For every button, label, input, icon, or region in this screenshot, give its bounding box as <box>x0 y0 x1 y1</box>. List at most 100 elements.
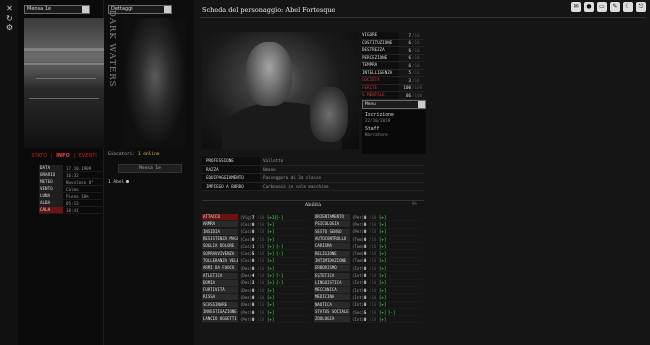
skill-decrease-button[interactable]: [-] <box>276 251 283 256</box>
attribute-row: COSTITUZIONE 6/10 <box>361 39 425 47</box>
skill-increase-button[interactable]: [+] <box>379 302 388 307</box>
logo-image <box>124 18 186 148</box>
skill-decrease-button[interactable]: [-] <box>276 244 283 249</box>
moon-icon[interactable]: ☾ <box>623 2 633 12</box>
skill-name: RISSA <box>202 294 238 301</box>
skill-increase-button[interactable]: [+1] <box>267 215 277 220</box>
skill-max: /10 <box>257 214 265 220</box>
profile-key: EQUIPAGGIAMENTO <box>202 174 260 182</box>
skill-increase-button[interactable]: [+] <box>267 229 276 234</box>
profile-key: RAZZA <box>202 165 260 173</box>
skill-increase-button[interactable]: [+] <box>379 251 388 256</box>
skill-increase-button[interactable]: [+] <box>267 251 276 256</box>
tab-stato[interactable]: STATO <box>31 153 47 159</box>
skill-decrease-button[interactable]: [-] <box>276 215 283 220</box>
character-sheet: Scheda del personaggio: Abel Fortesque ✉… <box>194 0 650 345</box>
location-select-value: Mensa 1e <box>27 6 52 12</box>
location-button[interactable]: Mensa 1e <box>118 164 182 173</box>
skill-increase-button[interactable]: [+] <box>267 295 276 300</box>
refresh-icon[interactable]: ↻ <box>5 14 14 23</box>
weather-row: CALA 18:41 <box>39 207 102 214</box>
skill-max: /10 <box>369 229 377 235</box>
skill-max: /10 <box>369 309 377 315</box>
skill-name: ARMI DA FUOCO <box>202 265 238 272</box>
skill-increase-button[interactable]: [+] <box>379 222 388 227</box>
skill-row: LINGUISTICA (Int) 0/10 [+] <box>314 279 422 287</box>
skill-name: RELIGIONE <box>314 250 350 257</box>
menu-select[interactable]: Menu <box>362 100 426 109</box>
map-icon[interactable]: ▭ <box>597 2 607 12</box>
skill-attribute: (Des) <box>240 302 253 308</box>
skill-increase-button[interactable]: [+] <box>379 244 388 249</box>
attribute-value: 3 <box>408 77 411 83</box>
location-panel: Mensa 1e STATO | INFO | EVENTI DATA 17.10… <box>18 0 104 345</box>
skill-increase-button[interactable]: [+] <box>379 273 388 278</box>
skill-increase-button[interactable]: [+] <box>379 317 388 322</box>
skill-name: ESTETICA <box>314 272 350 279</box>
location-select[interactable]: Mensa 1e <box>24 5 90 14</box>
skill-row: SOPRAVVIVENZA (Cos) 5/10 [+] [-] <box>202 250 310 258</box>
attribute-name: SOCIETA <box>361 77 398 84</box>
skill-name: ATTACCO <box>202 214 238 221</box>
skill-decrease-button[interactable]: [-] <box>388 310 395 315</box>
profile-key: PROFESSIONE PREDEFINITA <box>202 157 260 171</box>
skill-increase-button[interactable]: [+] <box>267 273 276 278</box>
skill-increase-button[interactable]: [+] <box>379 237 388 242</box>
close-icon[interactable]: ✕ <box>5 4 14 13</box>
skill-max: /10 <box>369 221 377 227</box>
skill-name: RESISTENZA MAGGIE <box>202 236 238 243</box>
weather-row: LUNA Piena 10% <box>39 193 102 200</box>
skill-increase-button[interactable]: [+] <box>379 295 388 300</box>
attribute-value: 6 <box>408 62 411 68</box>
skill-increase-button[interactable]: [+] <box>379 288 388 293</box>
book-icon[interactable]: ✎ <box>610 2 620 12</box>
skill-row: RELIGIONE (Tem) 0/10 [+] <box>314 250 422 258</box>
skill-max: /10 <box>369 243 377 249</box>
profile-row: RAZZA Umano <box>202 165 424 174</box>
skill-increase-button[interactable]: [+] <box>379 310 388 315</box>
skill-attribute: (Int) <box>352 316 365 322</box>
skill-increase-button[interactable]: [+] <box>379 280 388 285</box>
skill-increase-button[interactable]: [+] <box>267 258 276 263</box>
skill-name: CARISMA <box>314 243 350 250</box>
profile-row: IMPIEGO A BORDO Carbonaio in sala macchin… <box>202 182 424 191</box>
chat-icon[interactable]: ● <box>584 2 594 12</box>
skill-increase-button[interactable]: [+] <box>267 302 276 307</box>
logout-icon[interactable]: ⎋ <box>636 2 646 12</box>
skill-increase-button[interactable]: [+] <box>267 317 276 322</box>
online-user-name: 1 Abel <box>108 180 125 185</box>
tab-eventi[interactable]: EVENTI <box>79 153 97 159</box>
skill-max: /10 <box>369 265 377 271</box>
abilities-heading: Abilità <box>202 200 424 208</box>
skill-increase-button[interactable]: [+] <box>267 244 276 249</box>
skill-increase-button[interactable]: [+] <box>379 229 388 234</box>
skill-attribute: (Int) <box>352 302 365 308</box>
chevron-down-icon <box>418 101 425 108</box>
skill-increase-button[interactable]: [+] <box>379 258 388 263</box>
skill-increase-button[interactable]: [+] <box>379 215 388 220</box>
tab-info[interactable]: INFO <box>56 153 70 159</box>
skill-row: STATUS SOCIALE (Soc) 5/10 [+] [-] <box>314 309 422 317</box>
skill-attribute: (Cos) <box>240 251 253 257</box>
divider <box>200 17 646 18</box>
skill-max: /10 <box>369 287 377 293</box>
skill-name: SOGLIA DOLORE <box>202 243 238 250</box>
weather-value: 05:13 <box>66 200 79 206</box>
gear-icon[interactable]: ⚙ <box>5 23 14 32</box>
online-user-item[interactable]: 1 Abel <box>108 180 130 185</box>
skill-increase-button[interactable]: [+] <box>379 266 388 271</box>
skill-row: ARMI DA FUOCO (Des) 0/10 [+] <box>202 265 310 273</box>
skill-row: DOMIA (Des) 2/10 [+] [-] <box>202 279 310 287</box>
skill-increase-button[interactable]: [+] <box>267 222 276 227</box>
left-icon-bar: ✕ ↻ ⚙ <box>0 0 18 345</box>
skill-decrease-button[interactable]: [-] <box>276 273 283 278</box>
attribute-value: 6 <box>408 47 411 53</box>
mail-icon[interactable]: ✉ <box>571 2 581 12</box>
skill-increase-button[interactable]: [+] <box>267 237 276 242</box>
skill-row: RESISTENZA MAGGIE(Cos)0/10[+] <box>202 236 310 244</box>
skill-increase-button[interactable]: [+] <box>267 266 276 271</box>
skill-decrease-button[interactable]: [-] <box>276 280 283 285</box>
skill-increase-button[interactable]: [+] <box>267 288 276 293</box>
skill-increase-button[interactable]: [+] <box>267 280 276 285</box>
skill-increase-button[interactable]: [+] <box>267 310 276 315</box>
